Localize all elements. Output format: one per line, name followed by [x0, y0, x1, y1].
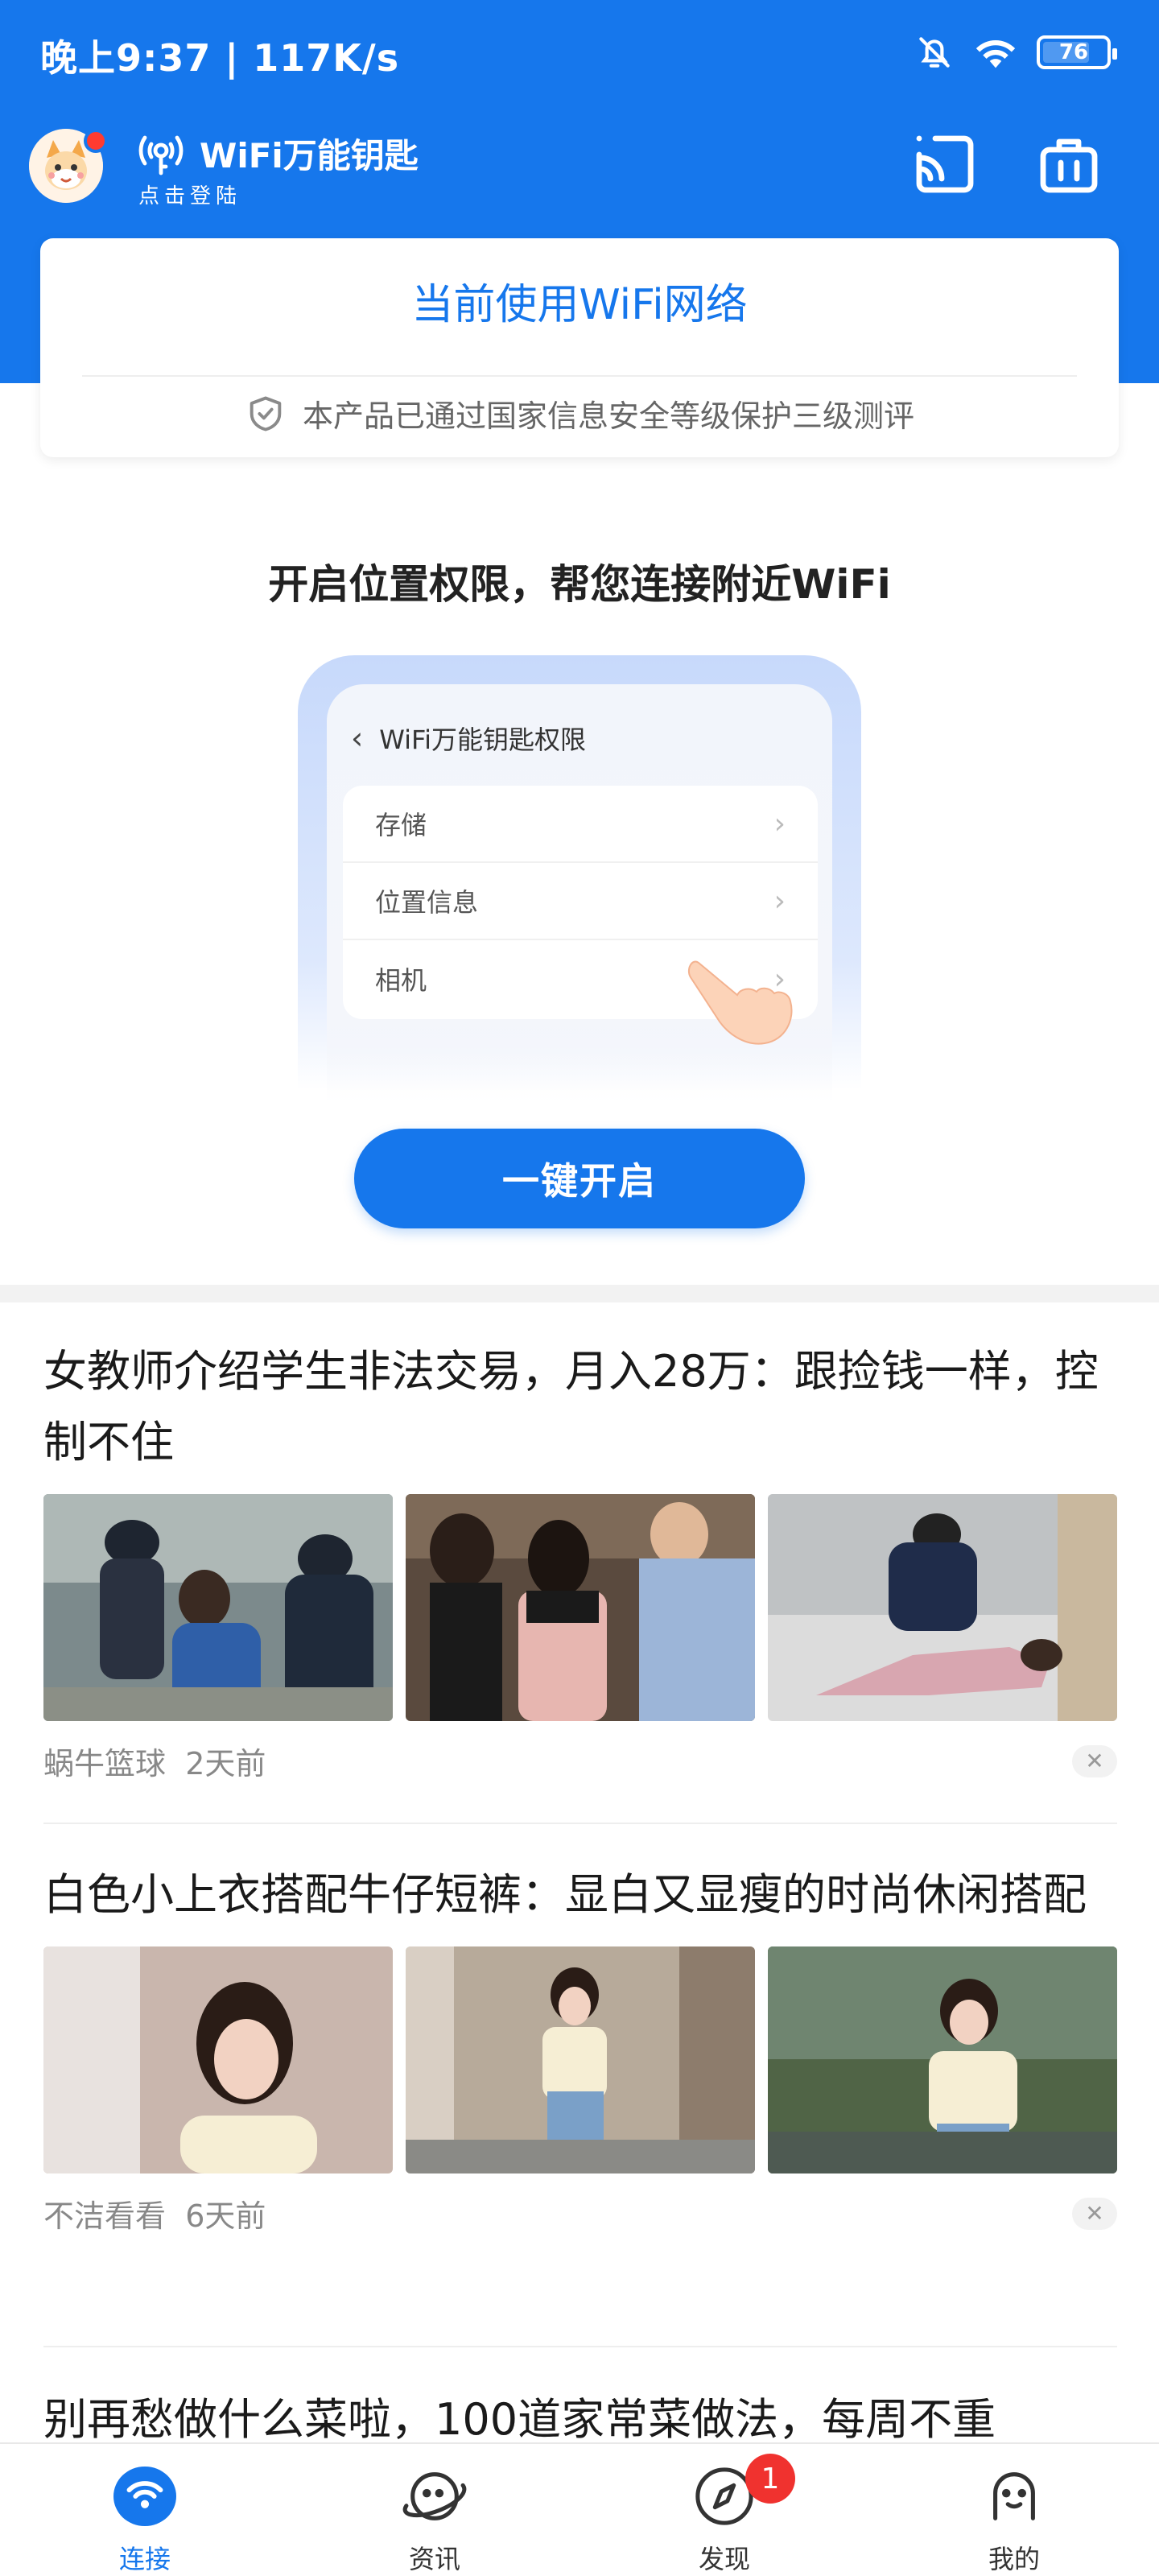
news-image[interactable] — [406, 1494, 755, 1721]
news-image[interactable] — [768, 1494, 1117, 1721]
brand[interactable]: WiFi万能钥匙 点击登陆 — [135, 129, 419, 209]
pointing-hand-icon — [684, 948, 793, 1045]
login-hint[interactable]: 点击登陆 — [138, 180, 419, 209]
nav-tab-discover[interactable]: 1 发现 — [580, 2444, 869, 2576]
illustration-item: 位置信息 › — [343, 863, 818, 940]
chevron-right-icon: › — [773, 884, 786, 918]
security-certification: 本产品已通过国家信息安全等级保护三级测评 — [40, 391, 1119, 436]
status-bar: 晚上9:37 | 117K/s 76 — [0, 0, 1159, 105]
card-divider — [82, 375, 1077, 377]
nav-label: 资讯 — [408, 2544, 460, 2574]
status-icons: 76 — [914, 32, 1117, 72]
certification-text: 本产品已通过国家信息安全等级保护三级测评 — [302, 398, 914, 434]
news-meta: 蜗牛篮球 2天前 ✕ — [43, 1739, 1117, 1783]
toolbox-icon[interactable] — [1037, 132, 1101, 196]
notification-dot — [84, 129, 108, 153]
news-time: 2天前 — [185, 1746, 266, 1781]
nav-label: 我的 — [988, 2544, 1040, 2574]
news-image[interactable] — [43, 1946, 393, 2174]
wifi-key-logo-icon — [138, 135, 184, 175]
permission-illustration: ‹ WiFi万能钥匙权限 存储 › 位置信息 › 相机 › — [298, 655, 861, 1103]
dismiss-icon[interactable]: ✕ — [1072, 2197, 1117, 2230]
chat-planet-icon — [402, 2472, 467, 2520]
news-source: 蜗牛篮球 — [43, 1746, 167, 1781]
illustration-item: 存储 › — [343, 786, 818, 863]
news-time: 6天前 — [185, 2198, 266, 2234]
wifi-icon — [113, 2466, 176, 2527]
nav-tab-news[interactable]: 资讯 — [290, 2444, 580, 2576]
profile-icon — [993, 2472, 1035, 2520]
news-divider — [43, 1823, 1117, 1824]
nav-label: 连接 — [118, 2544, 171, 2574]
enable-location-button[interactable]: 一键开启 — [354, 1129, 805, 1228]
status-time: 晚上9:37 | 117K/s — [40, 36, 400, 80]
bell-muted-icon — [919, 37, 950, 68]
battery-icon: 76 — [1037, 35, 1117, 69]
news-item[interactable]: 女教师介绍学生非法交易，月入28万：跟捡钱一样，控制不住 蜗牛篮球 2天前 ✕ — [43, 1336, 1117, 1783]
news-images[interactable] — [43, 1494, 1117, 1721]
news-image[interactable] — [768, 1946, 1117, 2174]
news-title[interactable]: 白色小上衣搭配牛仔短裤：显白又显瘦的时尚休闲搭配 — [43, 1860, 1117, 1930]
notification-badge: 1 — [745, 2454, 795, 2504]
news-title[interactable]: 女教师介绍学生非法交易，月入28万：跟捡钱一样，控制不住 — [43, 1336, 1117, 1478]
nav-label: 发现 — [698, 2544, 750, 2574]
news-meta: 不洁看看 6天前 ✕ — [43, 2191, 1117, 2235]
nav-tab-me[interactable]: 我的 — [869, 2444, 1159, 2576]
section-separator — [0, 1285, 1159, 1302]
scan-icon[interactable] — [913, 132, 977, 196]
permission-title: 开启位置权限，帮您连接附近WiFi — [268, 561, 891, 608]
app-header: WiFi万能钥匙 点击登陆 — [0, 121, 1159, 217]
back-chevron-icon: ‹ — [351, 720, 364, 756]
illustration-header: WiFi万能钥匙权限 — [379, 724, 587, 755]
news-item[interactable]: 白色小上衣搭配牛仔短裤：显白又显瘦的时尚休闲搭配 不洁看看 6天前 ✕ — [43, 1860, 1117, 2235]
news-image[interactable] — [406, 1946, 755, 2174]
news-images[interactable] — [43, 1946, 1117, 2174]
nav-tab-connect[interactable]: 连接 — [0, 2444, 290, 2576]
wifi-icon — [975, 40, 1016, 68]
dismiss-icon[interactable]: ✕ — [1072, 1744, 1117, 1777]
news-source: 不洁看看 — [43, 2198, 167, 2234]
bottom-navigation: 连接 资讯 1 发现 我的 — [0, 2442, 1159, 2576]
battery-level: 76 — [1058, 40, 1089, 64]
current-network-card[interactable]: 当前使用WiFi网络 本产品已通过国家信息安全等级保护三级测评 — [40, 238, 1119, 457]
app-name: WiFi万能钥匙 — [200, 136, 419, 175]
current-network-title[interactable]: 当前使用WiFi网络 — [40, 270, 1119, 331]
shield-check-icon — [250, 396, 282, 431]
news-image[interactable] — [43, 1494, 393, 1721]
news-divider — [43, 2346, 1117, 2347]
chevron-right-icon: › — [773, 807, 786, 840]
